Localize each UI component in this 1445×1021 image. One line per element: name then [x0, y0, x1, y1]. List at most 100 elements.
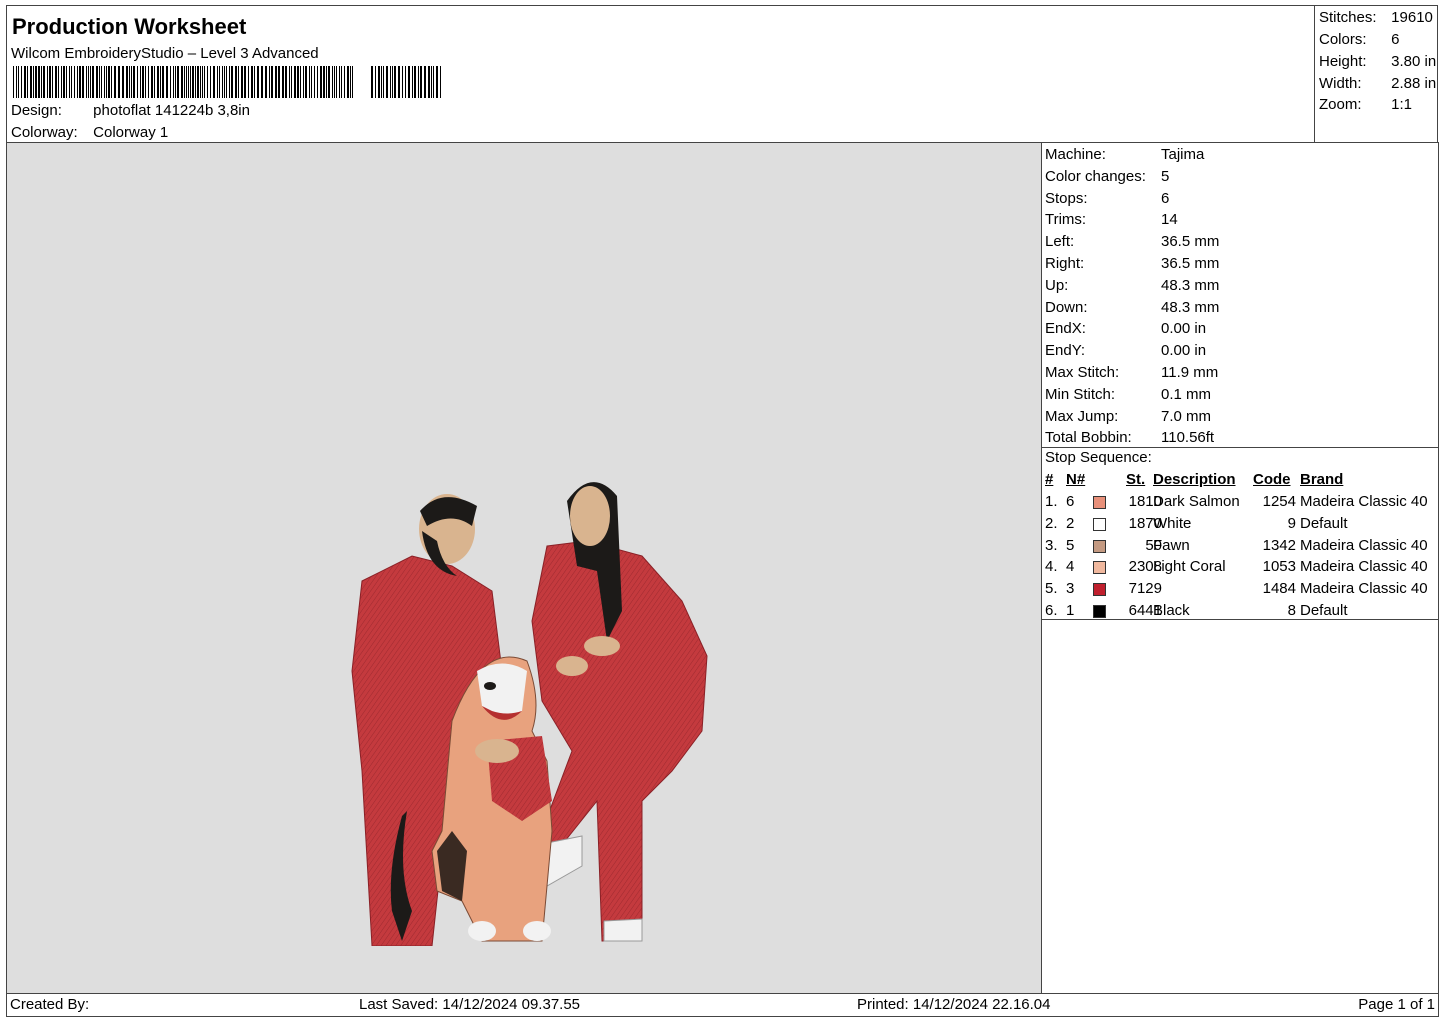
barcode-bar [18, 66, 19, 98]
zoom-value: 1:1 [1391, 96, 1413, 113]
row-needle: 6 [1066, 493, 1075, 510]
barcode-bar [145, 66, 146, 98]
design-value: photoflat 141224b 3,8in [93, 102, 250, 119]
stop-sequence-row: 6. 1 6441 Black 8 Default [1042, 602, 1440, 624]
col-code: Code [1253, 471, 1291, 488]
col-brand: Brand [1300, 471, 1344, 488]
barcode-bar [405, 66, 406, 98]
machine-info-label: Right: [1045, 255, 1085, 272]
barcode-bar [35, 66, 37, 98]
barcode-bar [412, 66, 413, 98]
row-number: 3. [1045, 536, 1058, 554]
row-needle: 4 [1066, 558, 1075, 576]
summary-box: Stitches: 19610 Colors: 6 Height: 3.80 i… [1314, 5, 1438, 143]
barcode-bar [300, 66, 301, 98]
row-description: Light Coral [1153, 558, 1226, 576]
barcode-bar [186, 66, 187, 98]
barcode-bar [157, 66, 159, 98]
barcode-bar [166, 66, 168, 98]
barcode-bar [114, 66, 116, 98]
barcode-bar [224, 66, 225, 98]
barcode-bar [160, 66, 161, 98]
barcode-bar [99, 66, 100, 98]
barcode-bar [326, 66, 327, 98]
barcode-bar [192, 66, 194, 98]
colors-row: Colors: 6 [1319, 31, 1400, 48]
machine-info-value: 36.5 mm [1161, 233, 1220, 251]
barcode-bar [414, 66, 416, 98]
stitches-label: Stitches: [1319, 9, 1377, 26]
color-swatch [1093, 539, 1106, 553]
barcode-bar [336, 66, 337, 98]
row-brand: Default [1300, 602, 1348, 619]
barcode-bar [137, 66, 138, 98]
machine-info-label: EndX: [1045, 320, 1086, 338]
barcode-bar [195, 66, 196, 98]
machine-info-label: Left: [1045, 233, 1075, 251]
barcode-bar [375, 66, 376, 98]
width-row: Width: 2.88 in [1319, 75, 1436, 92]
barcode-bar [402, 66, 403, 98]
barcode-bar [173, 66, 174, 98]
barcode-bar [394, 66, 396, 98]
barcode-bar [291, 66, 292, 98]
row-description: White [1153, 514, 1192, 532]
row-code: 1254 [1262, 493, 1296, 510]
zoom-row: Zoom: 1:1 [1319, 96, 1412, 113]
barcode-bar [436, 66, 438, 98]
barcode-bar [352, 66, 353, 98]
row-needle: 5 [1066, 536, 1075, 554]
stop-sequence-row: 2. 2 1870 White 9 Default [1042, 515, 1440, 537]
machine-info-value: 48.3 mm [1161, 276, 1220, 294]
barcode-bar [27, 66, 28, 98]
stitches-row: Stitches: 19610 [1319, 9, 1433, 26]
zoom-label: Zoom: [1319, 96, 1362, 113]
row-number: 6. [1045, 602, 1058, 619]
barcode-bar [16, 66, 17, 98]
row-brand: Madeira Classic 40 [1300, 536, 1428, 554]
page-title: Production Worksheet [12, 14, 247, 39]
barcode-bar [241, 66, 243, 98]
barcode-bar [420, 66, 422, 98]
colors-label: Colors: [1319, 31, 1367, 48]
barcode-bar [202, 66, 203, 98]
row-number: 4. [1045, 558, 1058, 576]
barcode-bar [271, 66, 273, 98]
barcode-bar [24, 66, 26, 98]
barcode-bar [126, 66, 128, 98]
machine-info-label: Trims: [1045, 211, 1087, 229]
row-description: Fawn [1153, 536, 1190, 554]
info-panel: Machine: Tajima Color changes: 5 Stops: 6 Trim… [1041, 142, 1439, 994]
row-brand: Madeira Classic 40 [1300, 493, 1428, 510]
barcode-bar [101, 66, 102, 98]
barcode-bar [328, 66, 330, 98]
barcode-bar [184, 66, 185, 98]
created-by: Created By: [10, 996, 90, 1013]
barcode-bar [305, 66, 307, 98]
barcode-bar [92, 66, 94, 98]
barcode-bar [350, 66, 351, 98]
stop-sequence-row: 4. 4 2308 Light Coral 1053 Madeira Classic 40 [1042, 558, 1440, 580]
barcode-bar [381, 66, 382, 98]
barcode-bar [217, 66, 218, 98]
barcode-bar [21, 66, 22, 98]
barcode-bar [108, 66, 110, 98]
color-swatch [1093, 605, 1106, 618]
barcode-bar [74, 66, 75, 98]
barcode-bar [289, 66, 290, 98]
row-brand: Madeira Classic 40 [1300, 580, 1428, 598]
design-preview[interactable] [6, 142, 1042, 994]
barcode-bar [129, 66, 130, 98]
stop-sequence-title-text: Stop Sequence: [1045, 449, 1152, 466]
barcode-bar [61, 66, 62, 98]
barcode-bar [244, 66, 246, 98]
barcode-bar [251, 66, 253, 98]
barcode-bar [140, 66, 141, 98]
barcode-bar [13, 66, 14, 98]
color-swatch [1093, 496, 1106, 509]
machine-info-label: Stops: [1045, 189, 1088, 207]
design-row: Design: photoflat 141224b 3,8in [11, 102, 250, 119]
barcode-bar [229, 66, 230, 98]
barcode-bar [424, 66, 426, 98]
machine-info-value: 36.5 mm [1161, 255, 1220, 272]
